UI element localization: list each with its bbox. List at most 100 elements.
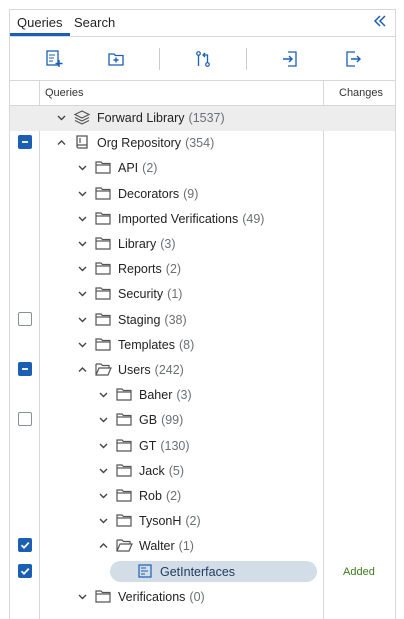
tree-item-label: Walter (1) [139,539,194,553]
tree-row[interactable]: GB (99) [10,408,395,433]
folder-icon [95,338,111,351]
partial-checkbox[interactable] [18,135,32,150]
chevron-down-icon[interactable] [98,490,109,501]
tree-item-label: Security (1) [118,287,182,301]
tree-row[interactable]: Security (1) [10,282,395,307]
chevron-down-icon[interactable] [98,440,109,451]
chevron-down-icon[interactable] [98,465,109,476]
tree-item-label: Imported Verifications (49) [118,212,264,226]
tree-item-label: GetInterfaces [160,565,235,579]
chevron-down-icon[interactable] [77,162,88,173]
changes-column-header[interactable]: Changes [339,87,383,99]
checkbox[interactable] [18,311,32,326]
queries-panel: Queries Search Queries Changes Forward L… [9,9,396,619]
tab-queries[interactable]: Queries [17,15,63,30]
column-header: Queries Changes [10,81,395,106]
tree-row[interactable]: Reports (2) [10,257,395,282]
folder-icon [95,262,111,275]
tree-item-label: GB (99) [139,413,183,427]
tree-row[interactable]: Org Repository (354) [10,131,395,156]
queries-column-header[interactable]: Queries [45,87,84,99]
tree-row[interactable]: Templates (8) [10,333,395,358]
chevron-down-icon[interactable] [77,188,88,199]
tree-item-name: Jack [139,463,165,478]
tree-item-label: TysonH (2) [139,514,201,528]
chevron-up-icon[interactable] [98,540,109,551]
chevron-down-icon[interactable] [77,314,88,325]
chevron-up-icon[interactable] [56,137,67,148]
tree-item-count: (38) [164,312,187,327]
chevron-down-icon[interactable] [56,112,67,123]
chevron-down-icon[interactable] [98,414,109,425]
change-status: Added [343,565,375,578]
folder-icon [95,186,111,200]
tree-item-count: (130) [160,438,190,453]
tree-row[interactable]: Walter (1) [10,534,395,559]
chevron-down-icon[interactable] [77,339,88,350]
tree-row[interactable]: Baher (3) [10,383,395,408]
folder-icon [116,388,132,401]
toolbar-divider [159,48,160,70]
tree-row[interactable]: API (2) [10,156,395,181]
tab-search[interactable]: Search [74,15,115,30]
tree-item-label: Decorators (9) [118,187,198,201]
tree-item-name: Verifications [118,589,186,604]
partial-checkbox[interactable] [18,362,32,376]
tree-item-label: Verifications (0) [118,590,205,604]
tree-row[interactable]: Library (3) [10,232,395,257]
chevron-down-icon[interactable] [98,389,109,400]
tree-row[interactable]: GT (130) [10,434,395,459]
checkbox[interactable] [18,412,32,427]
tree-item-name: GetInterfaces [160,564,236,579]
chevron-down-icon[interactable] [77,238,88,249]
chevron-down-icon[interactable] [77,288,88,299]
tree-item-label: Jack (5) [139,464,184,478]
chevron-down-icon[interactable] [77,213,88,224]
tree-item-name: Users [118,363,151,377]
chevron-down-icon[interactable] [98,515,109,526]
tree-row[interactable]: Forward Library (1537) [10,106,395,131]
new-query-icon[interactable] [44,49,64,69]
tree-item-name: Rob [139,489,162,503]
checked-checkbox[interactable] [18,563,32,578]
tree-item-count: (2) [142,161,158,176]
tree-item-name: Reports [118,262,162,277]
tree-item-count: (2) [165,489,182,503]
export-icon[interactable] [343,49,363,69]
active-tab-indicator [10,33,70,36]
tree-item-count: (99) [161,413,184,428]
tree-item-count: (1) [167,287,183,302]
tree-row[interactable]: Decorators (9) [10,182,395,207]
tree-item-label: Staging (38) [118,313,187,327]
compare-changes-icon[interactable] [193,49,213,69]
tree-item-count: (354) [185,136,215,151]
tree-item-label: GT (130) [139,439,190,453]
tree-item-name: GT [139,438,157,453]
checked-checkbox[interactable] [18,538,32,553]
tree-row[interactable]: GetInterfaces Added [10,560,395,585]
tree-row[interactable]: Staging (38) [10,308,395,333]
tree-row[interactable]: Verifications (0) [10,585,395,610]
chevron-down-icon[interactable] [77,591,88,602]
chevron-up-icon[interactable] [77,364,88,375]
folder-open-icon [95,363,112,376]
tree-item-count: (3) [160,237,176,251]
folder-icon [95,312,111,326]
import-icon[interactable] [280,49,300,69]
new-folder-icon[interactable] [106,49,126,69]
tree-item-name: Imported Verifications [118,211,239,226]
tree-item-label: Reports (2) [118,262,181,276]
chevron-down-icon[interactable] [77,263,88,274]
tree-item-label: Library (3) [118,237,176,251]
collapse-panel-icon[interactable] [373,14,387,28]
tree-row[interactable]: Rob (2) [10,484,395,509]
tree-row[interactable]: Jack (5) [10,459,395,484]
tree-item-name: Library [118,237,157,251]
tree-row[interactable]: Users (242) [10,358,395,383]
tree-item-count: (2) [165,262,182,277]
folder-icon [116,413,132,426]
tree-row[interactable]: Imported Verifications (49) [10,207,395,232]
tree-item-name: Templates [118,337,175,352]
folder-icon [116,438,132,452]
tree-row[interactable]: TysonH (2) [10,509,395,534]
